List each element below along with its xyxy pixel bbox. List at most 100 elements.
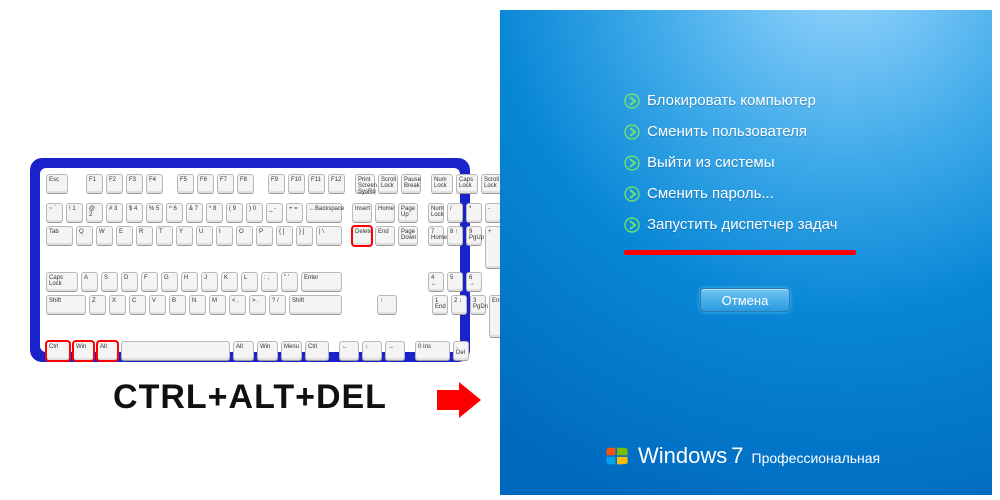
- key--0: ) 0: [246, 203, 263, 223]
- menu-item-0[interactable]: Блокировать компьютер: [624, 92, 837, 109]
- key--: →: [385, 341, 405, 361]
- key-9-pgup: 9 PgUp: [466, 226, 482, 246]
- key-f4: F4: [146, 174, 163, 194]
- key-num-lock: Num Lock: [428, 203, 444, 223]
- key--: + =: [286, 203, 303, 223]
- keyboard-illustration: Esc F1F2F3F4 F5F6F7F8 F9F10F11F12 Print Scre…: [30, 158, 470, 362]
- key-g: G: [161, 272, 178, 292]
- key--: ? /: [269, 295, 286, 315]
- key--: +: [485, 226, 501, 269]
- key-win-right: Win: [257, 341, 278, 361]
- key--1: ! 1: [66, 203, 83, 223]
- key-scroll-lock: Scroll Lock: [378, 174, 398, 194]
- key--backspace: ←Backspace: [306, 203, 342, 223]
- key-shift: Shift: [46, 295, 86, 315]
- arrow-right-icon: [624, 217, 640, 233]
- key-e: E: [116, 226, 133, 246]
- key-d: D: [121, 272, 138, 292]
- key-2-: 2 ↓: [451, 295, 467, 315]
- key-p: P: [256, 226, 273, 246]
- key--5: % 5: [146, 203, 163, 223]
- menu-item-3[interactable]: Сменить пароль...: [624, 185, 837, 202]
- key-q: Q: [76, 226, 93, 246]
- key-o: O: [236, 226, 253, 246]
- key-t: T: [156, 226, 173, 246]
- key-f7: F7: [217, 174, 234, 194]
- arrow-right-icon: [624, 93, 640, 109]
- windows-logo-icon: [604, 443, 630, 469]
- key-page-up: Page Up: [398, 203, 418, 223]
- key--6: ^ 6: [166, 203, 183, 223]
- key-insert: Insert: [352, 203, 372, 223]
- key--: > .: [249, 295, 266, 315]
- menu-item-label: Сменить пользователя: [647, 123, 807, 140]
- key-blank: [121, 341, 230, 361]
- key--del: . Del: [453, 341, 469, 361]
- key-f5: F5: [177, 174, 194, 194]
- menu-item-label: Сменить пароль...: [647, 185, 774, 202]
- key-f6: F6: [197, 174, 214, 194]
- brand-version: 7: [731, 443, 743, 469]
- menu-item-label: Выйти из системы: [647, 154, 775, 171]
- key--: | \: [316, 226, 342, 246]
- key--: ↓: [362, 341, 382, 361]
- key--: < ,: [229, 295, 246, 315]
- menu-item-2[interactable]: Выйти из системы: [624, 154, 837, 171]
- key-f8: F8: [237, 174, 254, 194]
- key-6-: 6 →: [466, 272, 482, 292]
- key-w: W: [96, 226, 113, 246]
- key-f11: F11: [308, 174, 325, 194]
- key--: ←: [339, 341, 359, 361]
- key-print-screen-sysrq: Print Screen SysRq: [355, 174, 375, 194]
- key--: ↑: [377, 295, 397, 315]
- key-page-down: Page Down: [398, 226, 418, 246]
- key-f1: F1: [86, 174, 103, 194]
- key--: : ;: [261, 272, 278, 292]
- key-c: C: [129, 295, 146, 315]
- arrow-right-icon: [624, 155, 640, 171]
- key-f9: F9: [268, 174, 285, 194]
- key--: -: [485, 203, 501, 223]
- key-h: H: [181, 272, 198, 292]
- key-n: N: [189, 295, 206, 315]
- security-menu: Блокировать компьютер Сменить пользовател…: [624, 92, 837, 233]
- key-ctrl: Ctrl: [46, 341, 70, 361]
- key-f3: F3: [126, 174, 143, 194]
- key-s: S: [101, 272, 118, 292]
- key-y: Y: [176, 226, 193, 246]
- menu-item-1[interactable]: Сменить пользователя: [624, 123, 837, 140]
- key-f12: F12: [328, 174, 345, 194]
- keyboard-keys: Esc F1F2F3F4 F5F6F7F8 F9F10F11F12 Print Scre…: [40, 168, 460, 352]
- key--2: @ 2: [86, 203, 103, 223]
- key-pause-break: Pause Break: [401, 174, 421, 194]
- brand-edition: Профессиональная: [752, 450, 881, 466]
- key-m: M: [209, 295, 226, 315]
- key--: *: [466, 203, 482, 223]
- instruction-panel: Esc F1F2F3F4 F5F6F7F8 F9F10F11F12 Print Scre…: [0, 0, 500, 500]
- key-7-home: 7 Home: [428, 226, 444, 246]
- key-esc: Esc: [46, 174, 68, 194]
- menu-item-4[interactable]: Запустить диспетчер задач: [624, 216, 837, 233]
- highlight-underline: [624, 250, 856, 255]
- key-i: I: [216, 226, 233, 246]
- cancel-button[interactable]: Отмена: [700, 288, 790, 312]
- key--9: ( 9: [226, 203, 243, 223]
- cancel-label: Отмена: [722, 293, 769, 308]
- key-win-left: Win: [73, 341, 94, 361]
- menu-item-label: Запустить диспетчер задач: [647, 216, 837, 233]
- key-4-: 4 ←: [428, 272, 444, 292]
- key--8: * 8: [206, 203, 223, 223]
- key-l: L: [241, 272, 258, 292]
- key--3: # 3: [106, 203, 123, 223]
- key-a: A: [81, 272, 98, 292]
- security-screen: Блокировать компьютер Сменить пользовател…: [500, 10, 992, 495]
- brand-windows: Windows: [638, 443, 727, 469]
- key--: ~ `: [46, 203, 63, 223]
- key-f2: F2: [106, 174, 123, 194]
- key-3-pgdn: 3 PgDn: [470, 295, 486, 315]
- menu-item-label: Блокировать компьютер: [647, 92, 816, 109]
- key-f10: F10: [288, 174, 305, 194]
- key--: " ': [281, 272, 298, 292]
- key--: { [: [276, 226, 293, 246]
- key-alt: Alt: [97, 341, 118, 361]
